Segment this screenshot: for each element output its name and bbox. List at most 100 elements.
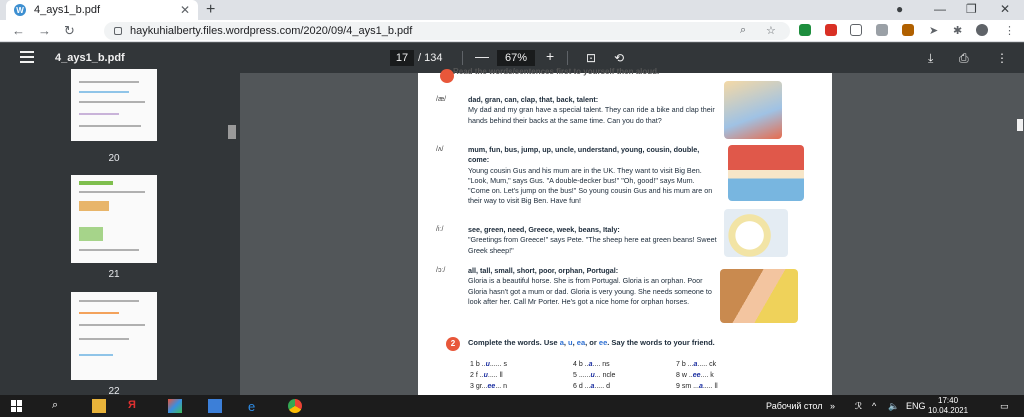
phonetic-symbol: /ɔː/ <box>436 267 446 274</box>
browser-tab[interactable]: W 4_ays1_b.pdf ✕ <box>6 0 198 20</box>
extension-box-icon[interactable] <box>850 24 862 36</box>
bus-illustration <box>728 145 804 201</box>
word-list: see, green, need, Greece, week, beans, I… <box>468 225 620 234</box>
back-icon[interactable]: ← <box>12 23 25 38</box>
exercise-item: 6 d ...a..... d <box>573 383 610 390</box>
exercise-grid: 1 b ..u...... s 4 b ..a.... ns 7 b ...a.… <box>470 361 800 394</box>
section-ae: /æ/ dad, gran, can, clap, that, back, ta… <box>436 95 718 126</box>
new-tab-icon[interactable]: + <box>206 1 215 19</box>
tab-title: 4_ays1_b.pdf <box>34 4 101 16</box>
word-list: all, tall, small, short, poor, orphan, P… <box>468 266 619 275</box>
exercise-row: 3 gr...ee... n 6 d ...a..... d 9 sm ...a… <box>470 383 800 394</box>
zoom-level-input[interactable]: 67% <box>497 50 535 66</box>
pdf-page: Read the words/sentences first to yourse… <box>418 67 832 395</box>
zoom-out-button[interactable]: — <box>475 48 489 64</box>
minimize-icon[interactable]: — <box>934 2 946 16</box>
edge-icon[interactable]: e <box>248 399 262 414</box>
cut-off-instruction: Read the words/sentences first to yourse… <box>453 67 660 76</box>
restore-icon[interactable]: ❐ <box>966 2 977 16</box>
clock[interactable]: 17:40 10.04.2021 <box>928 396 968 416</box>
word-list: dad, gran, can, clap, that, back, talent… <box>468 95 599 104</box>
window-close-icon[interactable]: ✕ <box>1000 2 1010 16</box>
exercise-item: 7 b ...a..... ck <box>676 361 717 368</box>
volume-icon[interactable]: 🔈 <box>888 401 899 412</box>
section-text: My dad and my gran have a special talent… <box>468 105 715 125</box>
toolbar-divider <box>567 51 568 65</box>
phonetic-symbol: /æ/ <box>436 96 447 103</box>
zoom-in-button[interactable]: + <box>546 48 554 64</box>
url-text: haykuhialberty.files.wordpress.com/2020/… <box>130 25 413 37</box>
sidebar-scrollbar-thumb[interactable] <box>228 125 236 139</box>
task-instruction: Complete the words. Use a, u, ea, or ee.… <box>468 338 715 347</box>
exercise-item: 5 ......u... ncle <box>573 372 616 379</box>
exercise-row: 1 b ..u...... s 4 b ..a.... ns 7 b ...a.… <box>470 361 800 372</box>
fit-page-icon[interactable]: ⊡ <box>586 51 596 65</box>
extension-paw-icon[interactable] <box>902 24 914 36</box>
thumbnail-page-21[interactable] <box>71 175 157 263</box>
document-viewport[interactable]: Read the words/sentences first to yourse… <box>240 67 1024 395</box>
bookmark-star-icon[interactable]: ☆ <box>766 24 776 37</box>
section-text: Young cousin Gus and his mum are in the … <box>468 165 713 206</box>
store-icon[interactable] <box>208 399 222 413</box>
phonetic-symbol: /iː/ <box>436 226 444 233</box>
extension-shield-icon[interactable] <box>799 24 811 36</box>
kebab-menu-icon[interactable]: ⋮ <box>1004 24 1015 37</box>
tab-close-icon[interactable]: ✕ <box>180 3 190 17</box>
more-options-icon[interactable]: ⋮ <box>996 51 1008 65</box>
profile-dot-icon[interactable]: ● <box>896 2 903 16</box>
tray-expand-icon[interactable]: ^ <box>872 401 876 411</box>
thumbnail-page-22[interactable] <box>71 292 157 380</box>
exercise-item: 3 gr...ee... n <box>470 383 507 390</box>
wordpress-favicon-icon: W <box>14 4 26 16</box>
extensions-puzzle-icon[interactable]: ✱ <box>953 24 962 37</box>
page-number-input[interactable]: 17 <box>390 50 414 66</box>
taskbar-chevron[interactable]: » <box>830 401 835 411</box>
extension-red-icon[interactable] <box>825 24 837 36</box>
extension-gray-icon[interactable] <box>876 24 888 36</box>
horse-illustration <box>720 269 798 323</box>
exercise-item: 4 b ..a.... ns <box>573 361 610 368</box>
print-icon[interactable]: ⎙ <box>959 51 969 66</box>
yandex-icon[interactable]: Я <box>128 399 142 413</box>
file-explorer-icon[interactable] <box>92 399 106 413</box>
tab-strip: W 4_ays1_b.pdf ✕ + ● — ❐ ✕ <box>0 0 1024 20</box>
people-icon[interactable]: ℛ <box>855 401 862 412</box>
taskbar: ⌕ Я e Рабочий стол » ℛ ^ 🔈 ENG 17:40 10.… <box>0 395 1024 417</box>
pdf-file-name: 4_ays1_b.pdf <box>55 52 125 64</box>
exercise-item: 8 w ..ee.... k <box>676 372 714 379</box>
send-icon[interactable]: ➤ <box>929 24 938 37</box>
lock-icon <box>114 27 122 35</box>
page-total: / 134 <box>418 52 443 64</box>
language-indicator[interactable]: ENG <box>906 401 926 411</box>
exercise-item: 1 b ..u...... s <box>470 361 507 368</box>
windows-start-icon[interactable] <box>11 400 23 412</box>
thumbnail-label: 21 <box>108 269 120 280</box>
download-icon[interactable]: ⤓ <box>928 51 933 66</box>
reload-icon[interactable]: ↻ <box>64 23 75 39</box>
address-bar[interactable]: haykuhialberty.files.wordpress.com/2020/… <box>104 22 790 40</box>
sheep-illustration <box>724 209 788 257</box>
thumbnail-page-20[interactable] <box>71 69 157 141</box>
search-icon[interactable]: ⌕ <box>740 24 746 37</box>
profile-avatar-icon[interactable] <box>976 24 988 36</box>
document-scrollbar[interactable] <box>1015 73 1024 395</box>
chrome-icon[interactable] <box>288 399 302 413</box>
section-uh: /ʌ/ mum, fun, bus, jump, up, uncle, unde… <box>436 145 718 207</box>
word-list: mum, fun, bus, jump, up, uncle, understa… <box>468 145 700 165</box>
section-text: "Greetings from Greece!" says Pete. "The… <box>468 235 717 255</box>
section-ee: /iː/ see, green, need, Greece, week, bea… <box>436 225 718 256</box>
exercise-row: 2 f ..u..... ll 5 ......u... ncle 8 w ..… <box>470 372 800 383</box>
toolbar-divider <box>462 51 463 65</box>
bike-illustration <box>724 81 782 139</box>
search-taskbar-icon[interactable]: ⌕ <box>52 399 58 412</box>
desktop-toolbar-label[interactable]: Рабочий стол <box>766 401 823 411</box>
forward-icon[interactable]: → <box>38 23 51 38</box>
section-text: Gloria is a beautiful horse. She is from… <box>468 276 712 306</box>
paint-icon[interactable] <box>168 399 182 413</box>
hamburger-menu-icon[interactable] <box>20 51 34 66</box>
scrollbar-thumb[interactable] <box>1017 119 1023 131</box>
notification-icon[interactable]: ▭ <box>1000 401 1009 412</box>
task-badge-icon <box>440 69 454 83</box>
rotate-icon[interactable]: ⟲ <box>614 51 624 65</box>
task-number-badge: 2 <box>446 337 460 351</box>
